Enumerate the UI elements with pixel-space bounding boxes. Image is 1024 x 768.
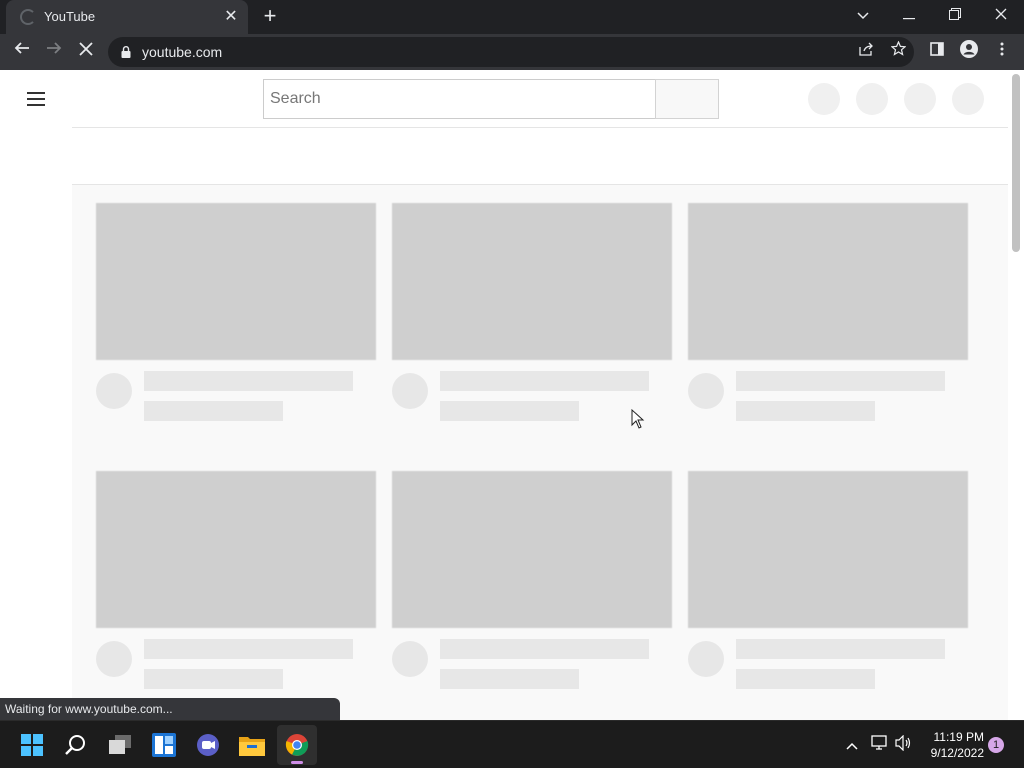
channel-avatar-placeholder[interactable] [392, 641, 428, 677]
meta-placeholder [736, 401, 875, 421]
widgets-icon[interactable] [144, 725, 184, 765]
loading-spinner-icon [20, 9, 36, 25]
video-grid [72, 185, 1008, 720]
meta-placeholder [144, 401, 283, 421]
status-bubble: Waiting for www.youtube.com... [0, 698, 340, 720]
channel-avatar-placeholder[interactable] [96, 373, 132, 409]
thumbnail-placeholder[interactable] [96, 203, 376, 360]
thumbnail-placeholder[interactable] [688, 203, 968, 360]
browser-toolbar: youtube.com [0, 34, 1024, 70]
search-input[interactable] [264, 80, 655, 118]
video-card-placeholder[interactable] [688, 471, 968, 689]
channel-avatar-placeholder[interactable] [688, 641, 724, 677]
title-placeholder [440, 371, 649, 391]
stop-loading-icon[interactable] [74, 40, 98, 64]
thumbnail-placeholder[interactable] [392, 471, 672, 628]
channel-avatar-placeholder[interactable] [688, 373, 724, 409]
video-card-placeholder[interactable] [392, 471, 672, 689]
video-card-placeholder[interactable] [688, 203, 968, 421]
video-card-placeholder[interactable] [392, 203, 672, 421]
notification-badge[interactable]: 1 [988, 737, 1004, 753]
search-button[interactable] [655, 79, 719, 119]
chrome-icon[interactable] [277, 725, 317, 765]
tab-strip: YouTube ✕ + [0, 0, 1024, 34]
tab-title: YouTube [44, 9, 96, 24]
start-icon[interactable] [12, 725, 52, 765]
back-arrow-icon[interactable] [10, 40, 34, 64]
thumbnail-placeholder[interactable] [392, 203, 672, 360]
clock-date: 9/12/2022 [930, 746, 984, 760]
page-scrollbar[interactable] [1012, 74, 1020, 252]
title-placeholder [736, 639, 945, 659]
avatar-placeholder[interactable] [952, 83, 984, 115]
mouse-cursor-icon [631, 409, 645, 429]
minimize-button[interactable] [895, 4, 923, 26]
video-card-placeholder[interactable] [96, 203, 376, 421]
task-view-icon[interactable] [100, 725, 140, 765]
side-panel-icon[interactable] [925, 40, 949, 64]
thumbnail-placeholder[interactable] [688, 471, 968, 628]
menu-kebab-icon[interactable] [990, 40, 1014, 64]
hamburger-menu-icon[interactable] [24, 88, 48, 108]
chevron-up-icon[interactable] [842, 735, 862, 755]
teams-chat-icon[interactable] [188, 725, 228, 765]
tab-close-icon[interactable]: ✕ [222, 8, 240, 26]
share-icon[interactable] [854, 40, 878, 64]
file-explorer-icon[interactable] [232, 725, 272, 765]
tab-search-icon[interactable] [849, 4, 877, 26]
address-bar[interactable]: youtube.com [108, 37, 914, 67]
thumbnail-placeholder[interactable] [96, 471, 376, 628]
close-window-button[interactable] [987, 4, 1015, 26]
lock-icon[interactable] [121, 46, 131, 58]
title-placeholder [736, 371, 945, 391]
meta-placeholder [144, 669, 283, 689]
network-icon[interactable] [870, 735, 890, 755]
meta-placeholder [440, 669, 579, 689]
system-clock[interactable]: 11:19 PM 9/12/2022 [920, 729, 984, 761]
meta-placeholder [440, 401, 579, 421]
new-tab-button[interactable]: + [258, 5, 282, 28]
volume-icon[interactable] [894, 734, 914, 755]
active-app-indicator [291, 761, 303, 764]
youtube-page: Waiting for www.youtube.com... [0, 70, 1024, 720]
profile-icon[interactable] [957, 40, 981, 64]
bookmark-star-icon[interactable] [886, 40, 910, 64]
search-icon[interactable] [56, 725, 96, 765]
search-box[interactable] [263, 79, 656, 119]
forward-arrow-icon[interactable] [42, 40, 66, 64]
restore-button[interactable] [941, 4, 969, 26]
chips-bar [72, 127, 1008, 185]
title-placeholder [440, 639, 649, 659]
channel-avatar-placeholder[interactable] [392, 373, 428, 409]
tab-youtube[interactable]: YouTube ✕ [6, 0, 248, 34]
clock-time: 11:19 PM [933, 730, 984, 744]
header-button-placeholder[interactable] [904, 83, 936, 115]
windows-taskbar: 11:19 PM 9/12/2022 1 [0, 720, 1024, 768]
header-button-placeholder[interactable] [856, 83, 888, 115]
video-card-placeholder[interactable] [96, 471, 376, 689]
channel-avatar-placeholder[interactable] [96, 641, 132, 677]
title-placeholder [144, 371, 353, 391]
url-text[interactable]: youtube.com [142, 44, 222, 60]
header-button-placeholder[interactable] [808, 83, 840, 115]
title-placeholder [144, 639, 353, 659]
meta-placeholder [736, 669, 875, 689]
